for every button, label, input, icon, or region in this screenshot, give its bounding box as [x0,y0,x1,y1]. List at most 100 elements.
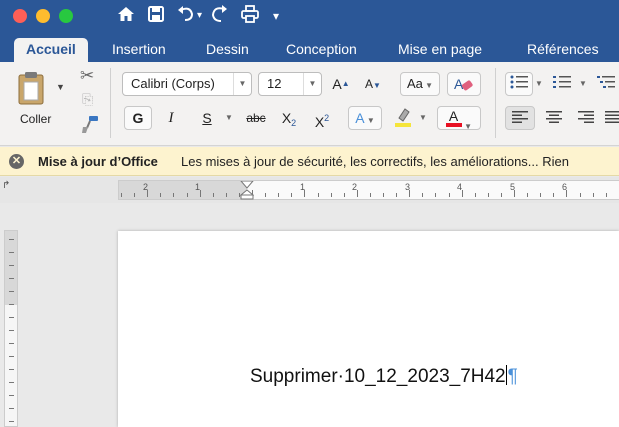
minimize-window-button[interactable] [36,9,50,23]
tab-dessin[interactable]: Dessin [206,38,249,62]
ruler-tick [383,193,384,197]
clear-formatting-button[interactable]: A [447,72,481,96]
font-color-bar [445,123,462,127]
ruler-tick [317,193,319,197]
ruler-tick [225,193,227,197]
ruler-tick [160,193,162,197]
ruler-tick [9,421,14,422]
ruler-tick [356,190,358,197]
tab-insertion[interactable]: Insertion [112,38,166,62]
font-size-select[interactable]: 12 ▼ [258,72,322,96]
ribbon-divider [495,68,496,138]
document-text-line[interactable]: Supprimer·10_12_2023_7H42 ¶ [250,365,518,388]
print-icon[interactable] [240,4,260,30]
underline-options-chevron-down-icon[interactable]: ▼ [222,106,236,130]
ribbon-tabs: Accueil Insertion Dessin Conception Mise… [0,34,619,62]
tab-mise-en-page[interactable]: Mise en page [398,38,482,62]
ruler-tick [134,193,136,197]
document-page[interactable] [118,231,619,427]
justify-button[interactable] [605,106,619,130]
ruler-tick [461,190,463,197]
ruler-tick [9,356,14,357]
font-name-select[interactable]: Calibri (Corps) ▼ [122,72,252,96]
undo-icon[interactable] [175,4,197,30]
ruler-tick [422,193,424,197]
ruler-tick [9,330,14,331]
paste-options-chevron-down-icon[interactable]: ▼ [56,82,65,92]
ruler-tick [592,193,594,197]
ruler-tick [330,193,332,197]
notification-title: Mise à jour d’Office [38,154,158,169]
ruler-tick [9,395,14,396]
ruler-tick [199,190,201,197]
zoom-window-button[interactable] [59,9,73,23]
vertical-ruler[interactable] [4,230,18,427]
undo-dropdown[interactable]: ▾ [197,4,202,28]
horizontal-ruler[interactable]: 2 1 1 2 3 4 5 6 [118,180,619,200]
grow-font-button[interactable]: A▲ [329,72,353,96]
ruler-tick [9,343,14,344]
underline-button[interactable]: S [196,106,218,130]
align-center-button[interactable] [541,106,567,130]
ruler-tick [566,190,568,197]
ruler-tick [121,193,122,197]
numbering-button[interactable] [549,72,575,96]
change-case-button[interactable]: Aa ▼ [400,72,440,96]
bullets-chevron-down-icon[interactable]: ▼ [533,72,545,96]
chevron-down-icon: ▼ [233,73,251,95]
strikethrough-button[interactable]: abc [242,106,270,130]
bullets-button[interactable] [505,72,533,96]
indent-marker-icon[interactable] [240,181,254,200]
notification-message: Les mises à jour de sécurité, les correc… [181,154,569,169]
ruler-tick [9,291,14,292]
ruler-tick [186,193,188,197]
numbering-chevron-down-icon[interactable]: ▼ [577,72,589,96]
text-cursor [505,365,507,385]
align-left-button[interactable] [505,106,535,130]
tab-selector-icon[interactable]: ↱ [2,180,10,191]
tab-accueil[interactable]: Accueil [14,38,88,62]
highlight-color-bar [395,123,411,127]
save-icon[interactable] [146,4,166,30]
text-effects-button[interactable]: A ▼ [348,106,382,130]
tab-references[interactable]: Références [527,38,599,62]
ruler-tick [9,304,14,305]
superscript-button[interactable]: X2 [309,106,335,130]
ruler-tick [304,190,306,197]
ruler-tick [265,193,267,197]
tab-conception[interactable]: Conception [286,38,357,62]
chevron-down-icon: ▼ [303,73,321,95]
customize-icon[interactable]: ▾ [273,4,279,28]
ruler-top-margin [5,231,17,305]
ruler-left-margin [119,181,247,199]
paste-icon[interactable] [16,70,46,106]
multilevel-list-button[interactable] [594,72,618,96]
ribbon-home: ▼ Coller ✂ ⎘ Calibri (Corps) ▼ 12 ▼ A▲ A… [0,62,619,146]
redo-icon[interactable] [210,4,230,30]
ruler-tick [448,193,450,197]
italic-button[interactable]: I [160,106,182,130]
close-window-button[interactable] [13,9,27,23]
svg-text:A: A [454,76,464,92]
ruler-tick [474,193,476,197]
subscript-button[interactable]: X2 [276,106,302,130]
copy-icon[interactable]: ⎘ [82,90,93,110]
bold-button[interactable]: G [124,106,152,130]
font-color-button[interactable]: A ▼ [437,106,481,131]
cut-icon[interactable]: ✂ [80,66,94,86]
ruler-tick [396,193,398,197]
ruler-tick [9,239,14,240]
ruler-tick [435,193,437,197]
ruler-tick [540,193,542,197]
format-painter-icon[interactable] [80,114,100,139]
highlight-options-chevron-down-icon[interactable]: ▼ [416,106,430,130]
align-right-button[interactable] [573,106,599,130]
ruler-tick [278,193,280,197]
highlight-color-button[interactable] [391,106,415,130]
ruler-tick [343,193,345,197]
close-icon[interactable]: ✕ [9,154,24,169]
shrink-font-button[interactable]: A▼ [360,72,386,96]
ruler-tick [9,382,14,383]
ruler-tick [9,265,14,266]
home-icon[interactable] [116,4,136,30]
